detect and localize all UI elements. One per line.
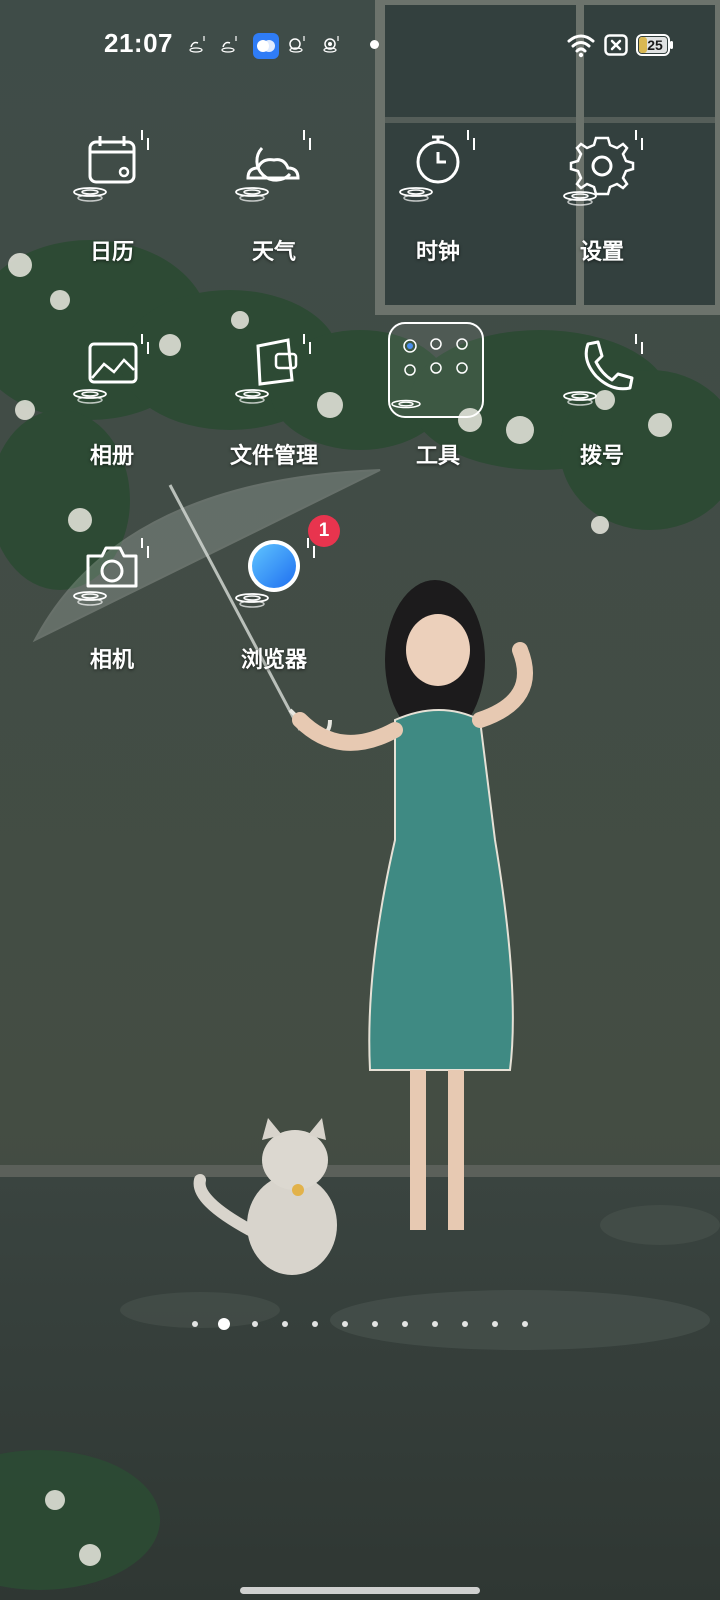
app-camera[interactable]: 相机 [30, 538, 194, 708]
app-label: 工具 [415, 444, 460, 469]
app-label: 浏览器 [240, 648, 307, 673]
weather-icon [224, 130, 324, 230]
page-dot[interactable] [312, 1321, 318, 1327]
gallery-icon [62, 334, 162, 434]
wifi-icon [567, 34, 595, 58]
app-browser[interactable]: 浏览器 [192, 538, 356, 708]
app-label: 设置 [579, 240, 624, 265]
app-phone[interactable]: 拨号 [520, 334, 684, 504]
app-gallery[interactable]: 相册 [30, 334, 194, 504]
browser-icon [224, 538, 324, 638]
app-calendar[interactable]: 日历 [30, 130, 194, 300]
rain-widget-notification-icon [186, 33, 210, 57]
gesture-home-bar[interactable] [240, 1587, 480, 1594]
home-screen-app-grid: 日历 天气 时钟 设置 相册 文件管理 工具 拨号 相机 浏览器 [0, 0, 720, 1600]
app-label: 日历 [89, 240, 134, 265]
file-manager-icon [224, 334, 324, 434]
folder-tools[interactable]: 工具 [356, 322, 520, 504]
app-label: 拨号 [579, 444, 624, 469]
tools-folder-icon [386, 320, 486, 420]
rain-widget-notification-icon [218, 33, 242, 57]
app-label: 相机 [89, 648, 134, 673]
status-bar: 21:07 25 [0, 0, 720, 90]
page-dot[interactable] [342, 1321, 348, 1327]
app-settings[interactable]: 设置 [520, 130, 684, 300]
page-dot[interactable] [252, 1321, 258, 1327]
status-time: 21:07 [104, 28, 173, 58]
app-label: 时钟 [415, 240, 460, 265]
page-dot[interactable] [492, 1321, 498, 1327]
app-label: 文件管理 [229, 444, 318, 469]
notification-badge: 1 [308, 515, 340, 547]
page-dot[interactable] [282, 1321, 288, 1327]
page-dot[interactable] [522, 1321, 528, 1327]
no-sim-icon [604, 34, 628, 56]
page-dot-active[interactable] [218, 1318, 230, 1330]
settings-icon [552, 130, 652, 230]
more-notifications-dot [370, 40, 379, 49]
page-dot[interactable] [192, 1321, 198, 1327]
page-dot[interactable] [372, 1321, 378, 1327]
app-file-manager[interactable]: 文件管理 [192, 334, 356, 504]
app-weather[interactable]: 天气 [192, 130, 356, 300]
clock-icon [388, 130, 488, 230]
app-notification-icon [253, 33, 279, 59]
app-label: 相册 [89, 444, 134, 469]
page-dot[interactable] [402, 1321, 408, 1327]
page-dot[interactable] [462, 1321, 468, 1327]
calendar-icon [62, 130, 162, 230]
phone-icon [552, 334, 652, 434]
app-clock[interactable]: 时钟 [356, 130, 520, 300]
page-dot[interactable] [432, 1321, 438, 1327]
rain-widget-notification-icon [286, 33, 310, 57]
rain-widget-notification-icon [320, 33, 344, 57]
page-indicator[interactable] [0, 1314, 720, 1336]
camera-icon [62, 538, 162, 638]
battery-level-text: 25 [647, 37, 663, 53]
app-label: 天气 [251, 240, 296, 265]
